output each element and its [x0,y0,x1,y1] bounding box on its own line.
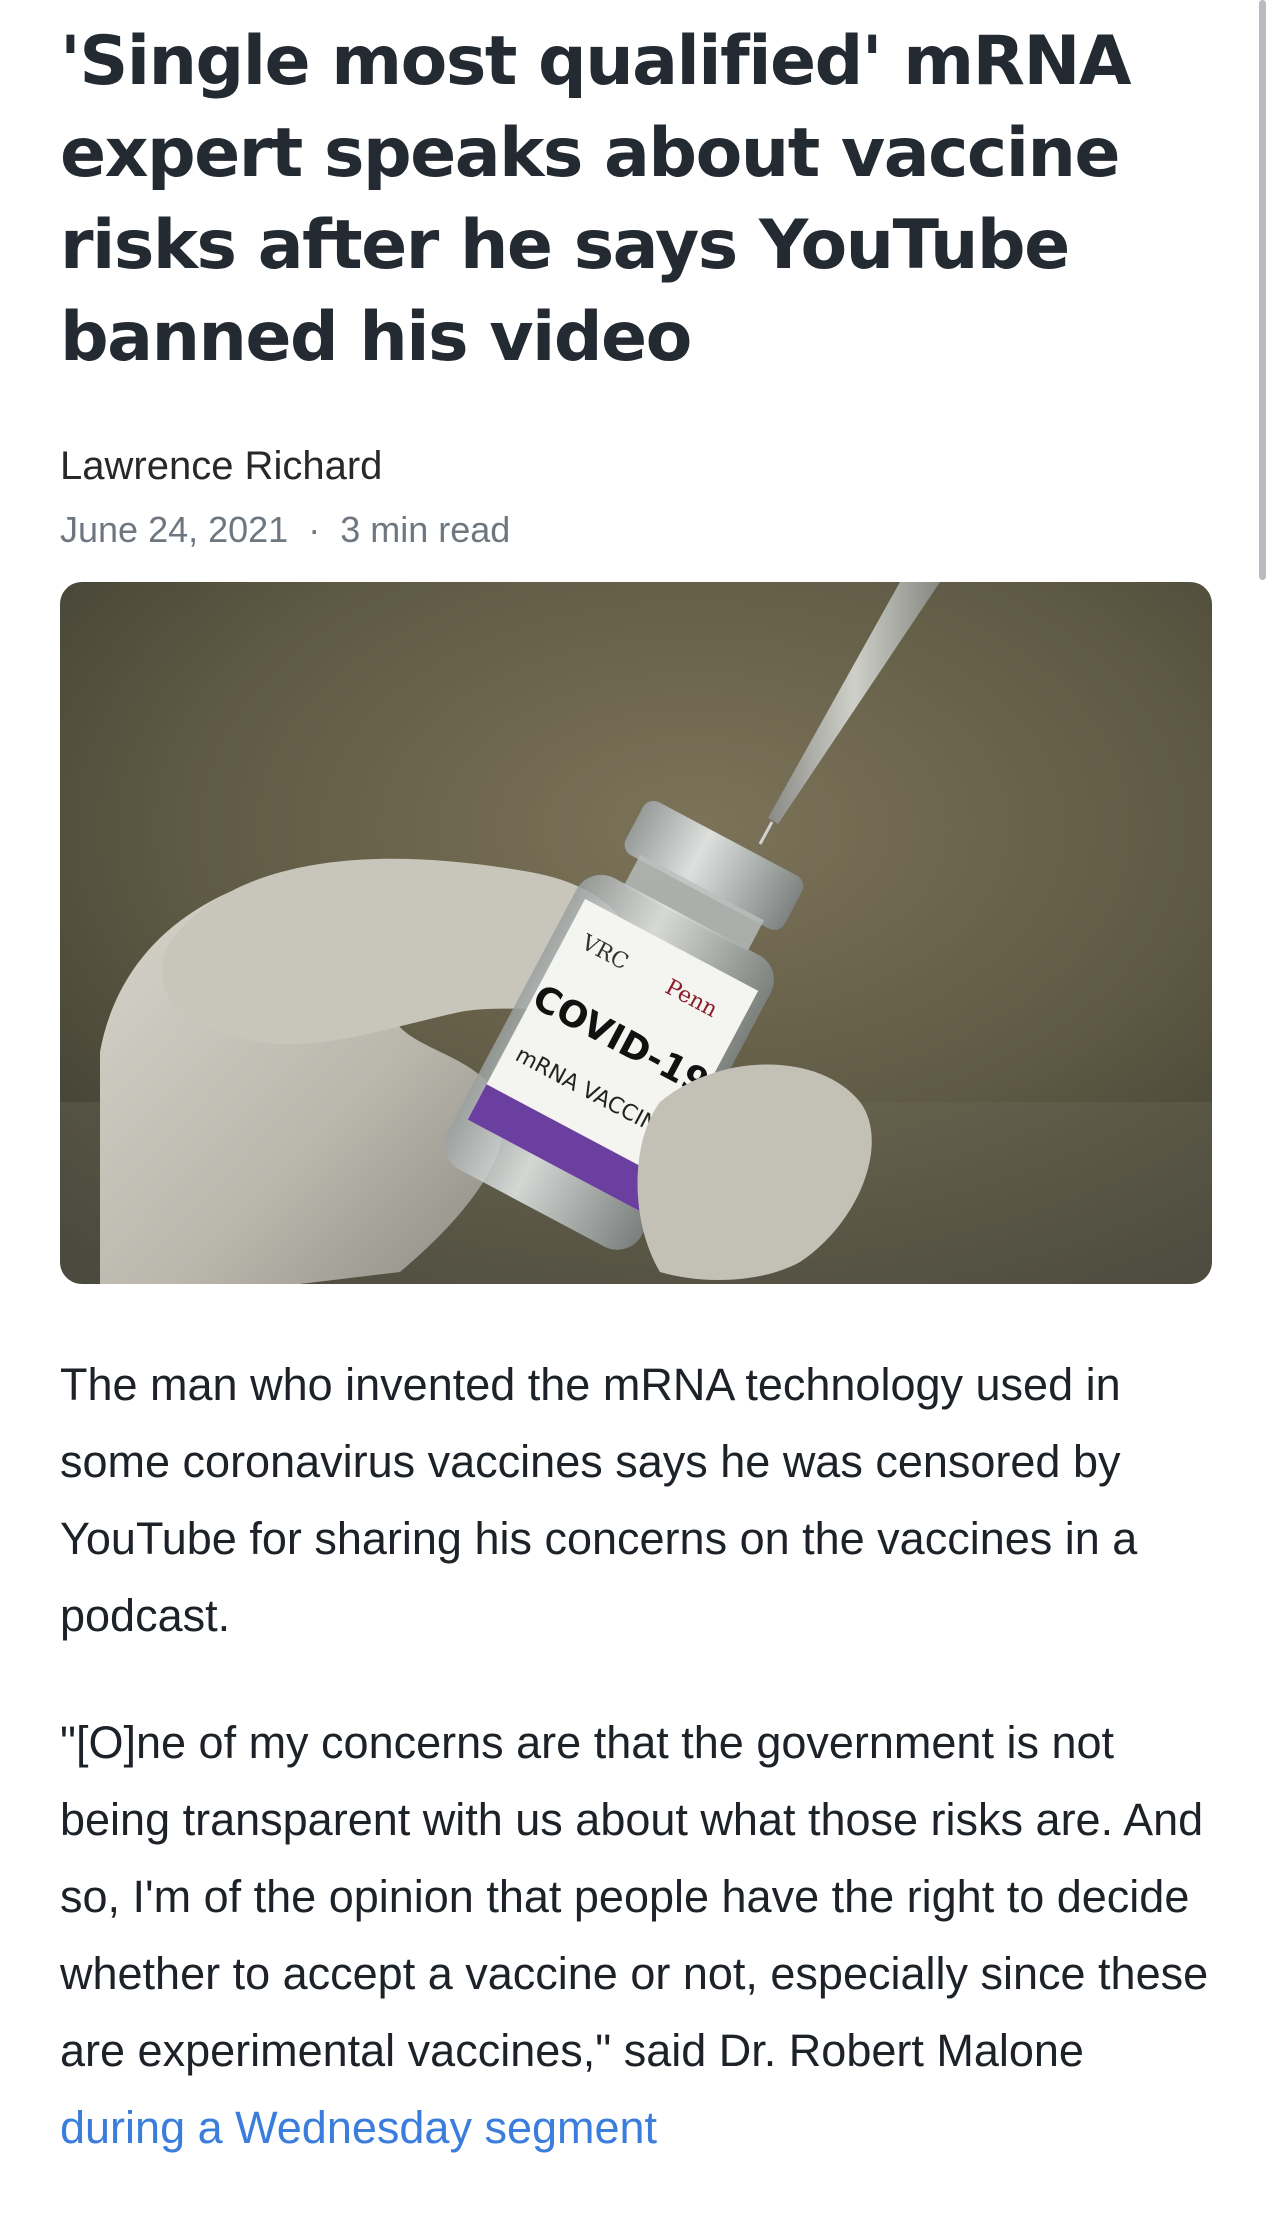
publish-date: June 24, 2021 [60,509,289,550]
article-meta: June 24, 2021 · 3 min read [60,510,1220,550]
read-time: 3 min read [340,509,511,550]
article-body: The man who invented the mRNA technology… [60,1346,1220,2216]
byline: Lawrence Richard June 24, 2021 · 3 min rea… [60,442,1220,550]
paragraph-1-text: The man who invented the mRNA technology… [60,1359,1138,1641]
segment-link[interactable]: during a Wednesday segment [60,2102,657,2153]
article-header: 'Single most qualified' mRNA expert spea… [60,0,1220,550]
paragraph-1: The man who invented the mRNA technology… [60,1346,1220,1654]
paragraph-2: "[O]ne of my concerns are that the gover… [60,1704,1220,2166]
hero-image[interactable]: VRC Penn COVID-19 mRNA VACCINE [60,582,1212,1284]
paragraph-2-text: "[O]ne of my concerns are that the gover… [60,1717,1209,2076]
vaccine-vial-photo: VRC Penn COVID-19 mRNA VACCINE [60,582,1212,1284]
author-name[interactable]: Lawrence Richard [60,442,1220,490]
article-headline: 'Single most qualified' mRNA expert spea… [60,22,1132,377]
scrollbar[interactable] [1259,0,1266,580]
meta-separator: · [308,509,321,550]
